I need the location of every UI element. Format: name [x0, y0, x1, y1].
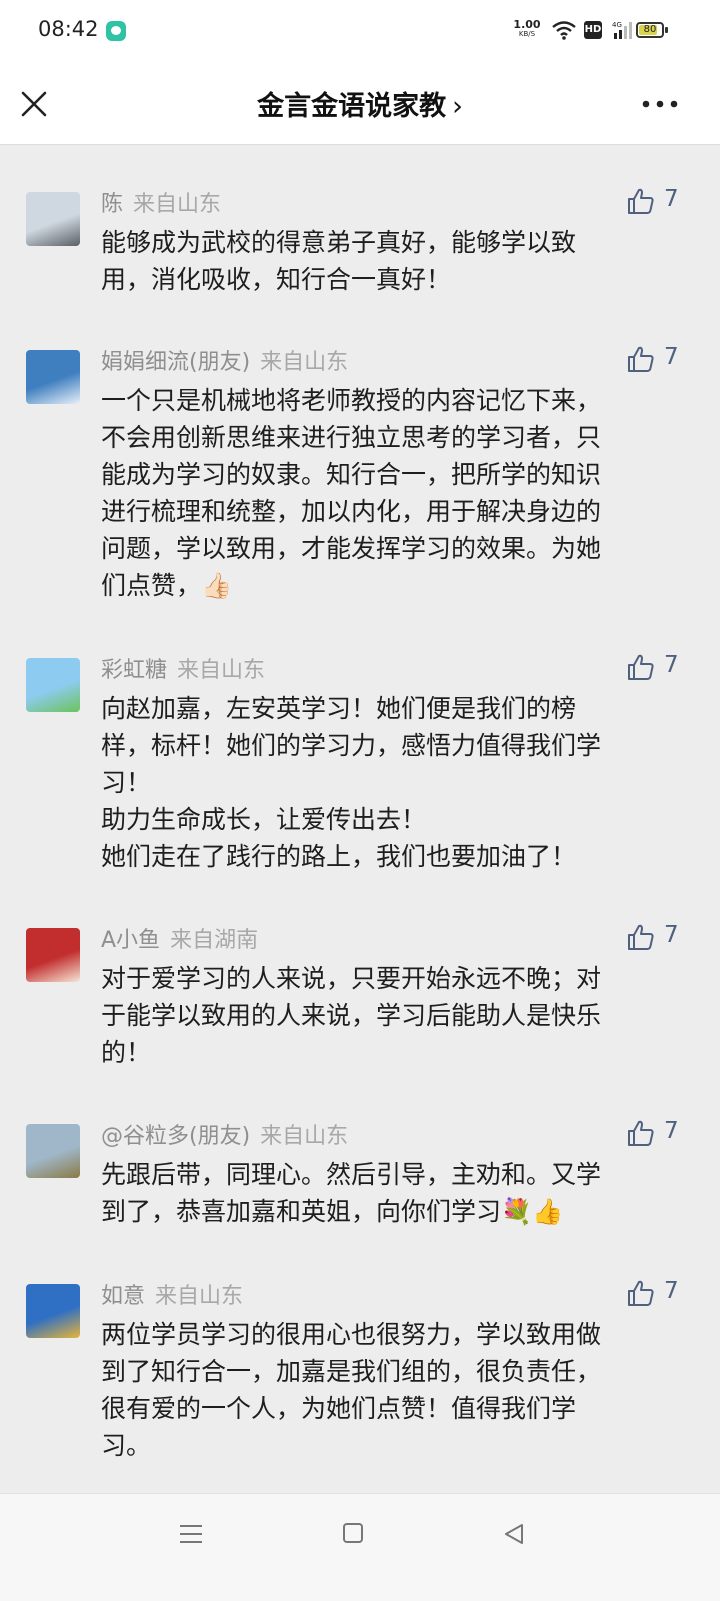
commenter-location: 来自山东 [133, 192, 222, 217]
network-speed: 1.00 KB/S [513, 18, 541, 38]
like-button[interactable]: 7 [626, 922, 696, 956]
menu-icon[interactable] [178, 1523, 204, 1545]
battery-cap [665, 27, 668, 33]
chevron-right-icon: › [452, 91, 463, 122]
more-dots-icon[interactable] [640, 90, 680, 118]
comment-meta: 如意 来自山东 [101, 1278, 243, 1310]
comment-text: 向赵加嘉，左安英学习！她们便是我们的榜 样，标杆！她们的学习力，感悟力值得我们学… [101, 694, 602, 871]
status-bar: 08:42 1.00 KB/S HD 4G 80 [0, 0, 720, 62]
commenter-location: 来自山东 [177, 658, 266, 683]
svg-text:4G: 4G [612, 21, 622, 29]
comment-meta: 娟娟细流(朋友) 来自山东 [101, 344, 348, 376]
hd-icon: HD [584, 21, 602, 39]
avatar[interactable] [26, 1284, 80, 1338]
like-button[interactable]: 7 [626, 186, 696, 220]
comment-text: 一个只是机械地将老师教授的内容记忆下来， 不会用创新思维来进行独立思考的学习者，… [101, 386, 602, 600]
comment-text: 能够成为武校的得意弟子真好，能够学以致 用，消化吸收，知行合一真好！ [101, 228, 577, 294]
status-time: 08:42 [38, 17, 99, 41]
comment-text: 先跟后带，同理心。然后引导，主劝和。又学 到了，恭喜加嘉和英姐，向你们学习💐👍 [101, 1160, 602, 1226]
commenter-name[interactable]: 陈 [101, 192, 123, 217]
commenter-name[interactable]: 娟娟细流(朋友) [101, 350, 250, 375]
like-count: 7 [664, 344, 679, 370]
avatar[interactable] [26, 928, 80, 982]
like-button[interactable]: 7 [626, 344, 696, 378]
battery-level: 80 [643, 24, 657, 35]
commenter-location: 来自山东 [260, 1124, 349, 1149]
like-count: 7 [664, 922, 679, 948]
like-count: 7 [664, 186, 679, 212]
comment-meta: 彩虹糖 来自山东 [101, 652, 265, 684]
like-count: 7 [664, 1278, 679, 1304]
like-count: 7 [664, 652, 679, 678]
avatar[interactable] [26, 192, 80, 246]
like-count: 7 [664, 1118, 679, 1144]
avatar[interactable] [26, 350, 80, 404]
wifi-icon [552, 21, 576, 40]
avatar[interactable] [26, 1124, 80, 1178]
system-nav-bar [0, 1493, 720, 1601]
back-icon[interactable] [502, 1522, 526, 1546]
comment-text: 两位学员学习的很用心也很努力，学以致用做 到了知行合一，加嘉是我们组的，很负责任… [101, 1320, 602, 1460]
commenter-name[interactable]: 如意 [101, 1284, 145, 1309]
home-icon[interactable] [342, 1522, 364, 1544]
comment-meta: @谷粒多(朋友) 来自山东 [101, 1118, 348, 1150]
comment-text: 对于爱学习的人来说，只要开始永远不晚；对 于能学以致用的人来说，学习后能助人是快… [101, 964, 602, 1067]
like-button[interactable]: 7 [626, 1278, 696, 1312]
commenter-location: 来自湖南 [170, 928, 259, 953]
commenter-name[interactable]: A小鱼 [101, 928, 160, 953]
page-title-text: 金言金语说家教 [257, 91, 447, 122]
like-button[interactable]: 7 [626, 652, 696, 686]
page-title[interactable]: 金言金语说家教 › [0, 84, 720, 123]
avatar[interactable] [26, 658, 80, 712]
comment-meta: A小鱼 来自湖南 [101, 922, 258, 954]
signal-icon: 4G [612, 21, 632, 39]
like-button[interactable]: 7 [626, 1118, 696, 1152]
comment-meta: 陈来自山东 [101, 186, 221, 218]
commenter-location: 来自山东 [155, 1284, 244, 1309]
commenter-location: 来自山东 [260, 350, 349, 375]
commenter-name[interactable]: 彩虹糖 [101, 658, 167, 683]
commenter-name[interactable]: @谷粒多(朋友) [101, 1124, 250, 1149]
app-notification-icon [106, 21, 126, 41]
top-nav-bar: 金言金语说家教 › [0, 62, 720, 145]
